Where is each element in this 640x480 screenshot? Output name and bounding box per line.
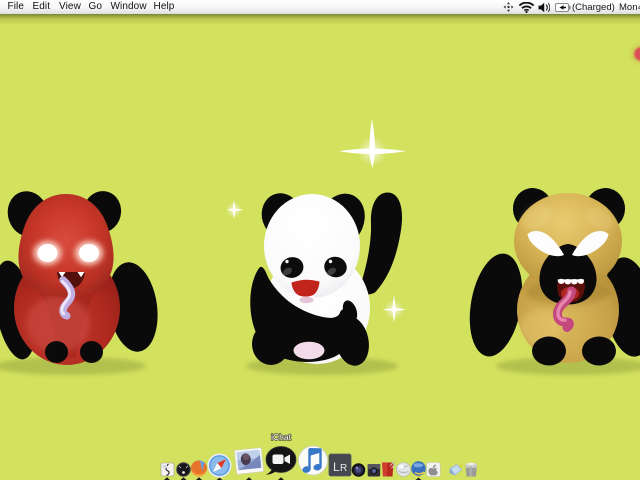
svg-text:L: L xyxy=(333,460,340,474)
svg-text:iChat: iChat xyxy=(271,432,291,442)
svg-text:R: R xyxy=(340,463,347,474)
